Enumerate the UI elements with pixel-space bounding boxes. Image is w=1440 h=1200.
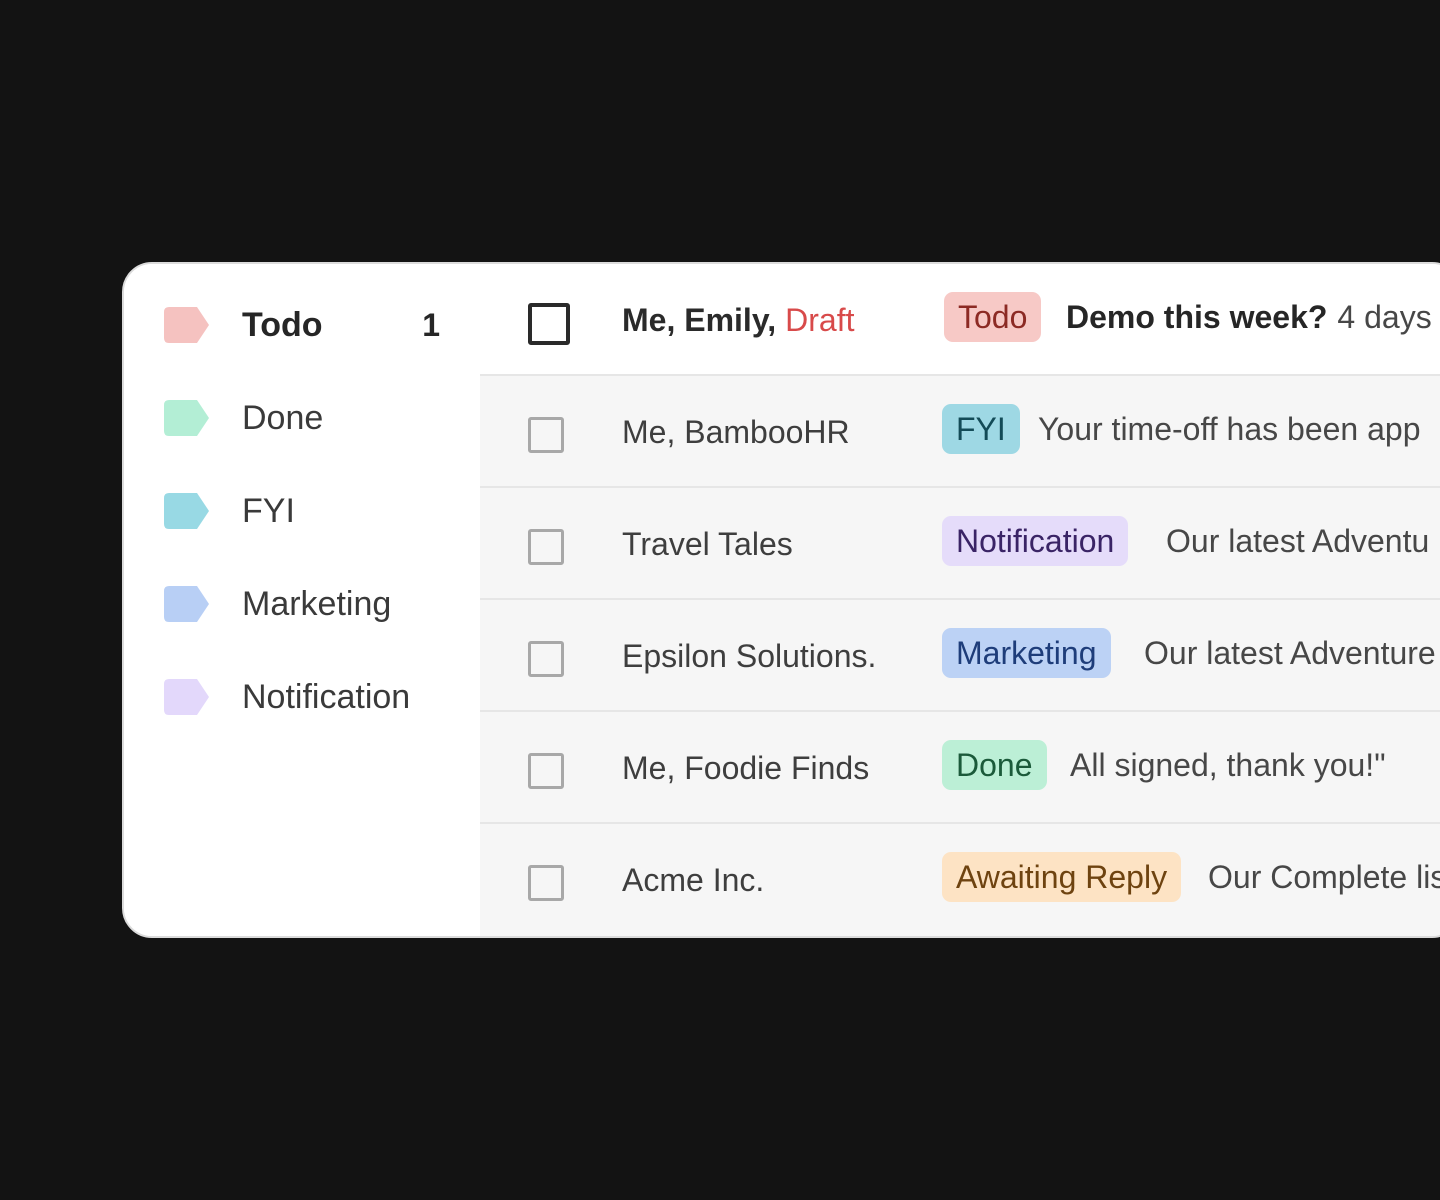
label-badge: FYI xyxy=(942,404,1020,454)
email-preview: All signed, thank you!" xyxy=(1070,746,1386,783)
email-preview: Our latest Adventu xyxy=(1166,522,1430,559)
select-checkbox[interactable] xyxy=(528,753,564,789)
email-list: Me, Emily, Draft Todo Demo this week? 4 … xyxy=(480,264,1440,936)
select-checkbox[interactable] xyxy=(528,417,564,453)
email-preview: 4 days xyxy=(1337,298,1432,335)
tag-icon xyxy=(164,679,210,715)
tag-shape xyxy=(164,307,209,343)
select-checkbox[interactable] xyxy=(528,529,564,565)
tag-icon xyxy=(164,493,210,529)
select-checkbox[interactable] xyxy=(528,303,570,345)
email-row[interactable]: Me, Emily, Draft Todo Demo this week? 4 … xyxy=(480,264,1440,376)
label-sidebar: Todo 1 Done FYI Marketing Notification xyxy=(124,264,480,936)
label-badge: Awaiting Reply xyxy=(942,852,1182,902)
label-name: FYI xyxy=(242,491,295,530)
tag-icon xyxy=(164,400,210,436)
email-preview: Your time-off has been app xyxy=(1038,410,1421,447)
select-checkbox[interactable] xyxy=(528,641,564,677)
label-badge: Done xyxy=(942,740,1047,790)
email-sender: Acme Inc. xyxy=(622,861,765,898)
label-badge: Notification xyxy=(942,516,1129,566)
sidebar-label-notification[interactable]: Notification xyxy=(164,672,454,722)
email-row[interactable]: Me, BambooHR FYI Your time-off has been … xyxy=(480,376,1440,488)
label-badge: Todo xyxy=(944,292,1042,342)
label-name: Marketing xyxy=(242,584,392,623)
email-preview: Our latest Adventure xyxy=(1144,634,1436,671)
label-badge: Marketing xyxy=(942,628,1111,678)
sidebar-label-marketing[interactable]: Marketing xyxy=(164,579,454,629)
draft-indicator: Draft xyxy=(785,301,855,338)
sidebar-label-todo[interactable]: Todo 1 xyxy=(164,300,454,350)
email-snippet: Demo this week? 4 days xyxy=(1066,264,1432,370)
sidebar-label-fyi[interactable]: FYI xyxy=(164,486,454,536)
label-name: Done xyxy=(242,398,324,437)
unread-count: 1 xyxy=(422,306,440,343)
email-sender: Travel Tales xyxy=(622,525,793,562)
email-preview: Our Complete lis xyxy=(1208,858,1440,895)
label-name: Todo xyxy=(242,305,323,344)
tag-icon xyxy=(164,307,210,343)
sender-names: Me, Emily, xyxy=(622,301,777,338)
email-row[interactable]: Travel Tales Notification Our latest Adv… xyxy=(480,488,1440,600)
email-sender: Epsilon Solutions. xyxy=(622,637,877,674)
tag-icon xyxy=(164,586,210,622)
email-row[interactable]: Epsilon Solutions. Marketing Our latest … xyxy=(480,600,1440,712)
email-sender: Me, Emily, Draft xyxy=(622,264,854,376)
email-subject: Demo this week? xyxy=(1066,298,1328,335)
label-name: Notification xyxy=(242,677,411,716)
email-sender: Me, BambooHR xyxy=(622,413,850,450)
sidebar-label-done[interactable]: Done xyxy=(164,393,454,443)
email-row[interactable]: Me, Foodie Finds Done All signed, thank … xyxy=(480,712,1440,824)
email-sender: Me, Foodie Finds xyxy=(622,749,870,786)
mail-window: Todo 1 Done FYI Marketing Notification M… xyxy=(122,262,1440,938)
email-row[interactable]: Acme Inc. Awaiting Reply Our Complete li… xyxy=(480,824,1440,936)
select-checkbox[interactable] xyxy=(528,865,564,901)
